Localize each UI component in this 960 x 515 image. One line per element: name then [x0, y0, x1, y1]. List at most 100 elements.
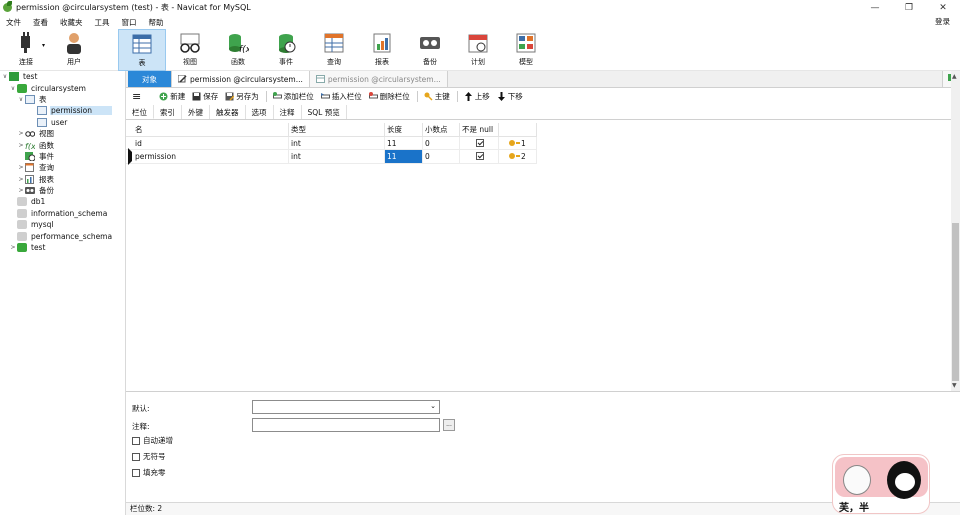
- toolbar-table-button[interactable]: 表: [118, 29, 166, 71]
- primary-key-button[interactable]: 主键: [424, 91, 450, 102]
- chevron-right-icon[interactable]: >: [17, 187, 25, 194]
- chevron-right-icon[interactable]: >: [17, 142, 25, 149]
- save-as-button[interactable]: 另存为: [225, 91, 259, 102]
- chevron-right-icon[interactable]: >: [17, 164, 25, 171]
- subtab-indexes[interactable]: 索引: [154, 105, 182, 119]
- auto-increment-checkbox[interactable]: [132, 436, 140, 445]
- column-header-length[interactable]: 长度: [385, 123, 423, 137]
- subtab-options[interactable]: 选项: [246, 105, 274, 119]
- tab-objects[interactable]: 对象: [128, 71, 172, 87]
- menu-favorites[interactable]: 收藏夹: [54, 17, 89, 28]
- menu-view[interactable]: 查看: [27, 17, 54, 28]
- field-name-cell[interactable]: id: [133, 136, 289, 150]
- chevron-down-icon[interactable]: ⌄: [430, 402, 436, 410]
- field-length-cell[interactable]: 11: [385, 150, 423, 164]
- column-header-name[interactable]: 名: [133, 123, 289, 137]
- toolbar-user-button[interactable]: 用户: [50, 29, 98, 71]
- toolbar-view-button[interactable]: 视图: [166, 29, 214, 71]
- not-null-checkbox[interactable]: [476, 138, 484, 147]
- save-button[interactable]: 保存: [192, 91, 218, 102]
- chevron-right-icon[interactable]: >: [9, 244, 17, 251]
- zerofill-checkbox[interactable]: [132, 468, 140, 477]
- login-link[interactable]: 登录: [929, 16, 956, 27]
- tree-item-circularsystem[interactable]: ∨ circularsystem: [0, 82, 126, 93]
- field-name-cell[interactable]: permission: [133, 150, 289, 164]
- subtab-triggers[interactable]: 触发器: [210, 105, 246, 119]
- not-null-checkbox[interactable]: [476, 152, 484, 160]
- not-null-cell[interactable]: [460, 150, 499, 164]
- tree-item-functions[interactable]: > f(x) 函数: [0, 139, 126, 151]
- comment-field[interactable]: [252, 418, 440, 432]
- menu-window[interactable]: 窗口: [116, 17, 143, 28]
- table-row[interactable]: id int 11 0 1: [126, 136, 951, 150]
- chevron-right-icon[interactable]: >: [17, 130, 25, 137]
- tree-item-db1[interactable]: db1: [0, 196, 126, 207]
- column-header-type[interactable]: 类型: [289, 123, 385, 137]
- tree-item-backups[interactable]: > 备份: [0, 185, 126, 196]
- close-button[interactable]: ✕: [926, 0, 960, 15]
- zerofill-option[interactable]: 填充零: [132, 467, 166, 478]
- vertical-scrollbar[interactable]: ▲ ▼: [951, 71, 960, 391]
- tree-item-queries[interactable]: > 查询: [0, 162, 126, 173]
- subtab-sql-preview[interactable]: SQL 预览: [302, 105, 347, 119]
- move-up-button[interactable]: 上移: [464, 91, 490, 102]
- menu-help[interactable]: 帮助: [143, 17, 170, 28]
- tree-item-reports[interactable]: > 报表: [0, 174, 126, 185]
- tree-item-permission[interactable]: permission: [0, 105, 126, 116]
- tab-permission-design[interactable]: permission @circularsystem...: [172, 71, 310, 87]
- table-row[interactable]: permission int 11 0 2: [126, 148, 951, 165]
- insert-field-button[interactable]: 插入栏位: [320, 91, 362, 102]
- chevron-down-icon[interactable]: ∨: [17, 96, 25, 103]
- toolbar-query-button[interactable]: 查询: [310, 29, 358, 71]
- subtab-comment[interactable]: 注释: [274, 105, 302, 119]
- chevron-down-icon[interactable]: ∨: [1, 73, 9, 80]
- field-decimals-cell[interactable]: 0: [423, 150, 460, 164]
- toolbar-event-button[interactable]: 事件: [262, 29, 310, 71]
- tree-item-events[interactable]: 事件: [0, 151, 126, 162]
- tree-item-test-db[interactable]: > test: [0, 242, 126, 253]
- tree-item-information-schema[interactable]: information_schema: [0, 208, 126, 219]
- scrollbar-thumb[interactable]: [952, 223, 959, 381]
- subtab-foreign-keys[interactable]: 外键: [182, 105, 210, 119]
- auto-increment-option[interactable]: 自动递增: [132, 435, 173, 446]
- chevron-down-icon[interactable]: ▾: [42, 42, 45, 49]
- menu-file[interactable]: 文件: [0, 17, 27, 28]
- move-down-button[interactable]: 下移: [497, 91, 523, 102]
- minimize-button[interactable]: —: [858, 0, 892, 15]
- bear-sticker-widget[interactable]: 芙，半: [832, 454, 930, 514]
- toolbar-schedule-button[interactable]: 计划: [454, 29, 502, 71]
- column-header-not-null[interactable]: 不是 null: [460, 123, 499, 137]
- toolbar-connection-button[interactable]: ▾ 连接: [2, 29, 50, 71]
- scroll-down-icon[interactable]: ▼: [952, 382, 957, 389]
- restore-button[interactable]: ❐: [892, 0, 926, 15]
- unsigned-option[interactable]: 无符号: [132, 451, 166, 462]
- toolbar-report-button[interactable]: 报表: [358, 29, 406, 71]
- not-null-cell[interactable]: [460, 136, 499, 150]
- toolbar-backup-button[interactable]: 备份: [406, 29, 454, 71]
- toolbar-function-button[interactable]: f(x) 函数: [214, 29, 262, 71]
- unsigned-checkbox[interactable]: [132, 452, 140, 461]
- field-length-cell[interactable]: 11: [385, 136, 423, 150]
- comment-more-button[interactable]: ...: [443, 419, 455, 431]
- chevron-down-icon[interactable]: ∨: [9, 85, 17, 92]
- chevron-right-icon[interactable]: >: [17, 176, 25, 183]
- tree-item-user[interactable]: user: [0, 117, 126, 128]
- toolbar-model-button[interactable]: 模型: [502, 29, 550, 71]
- tab-permission-data[interactable]: permission @circularsystem...: [309, 71, 448, 87]
- default-combobox[interactable]: ⌄: [252, 400, 440, 414]
- new-button[interactable]: 新建: [159, 91, 185, 102]
- subtab-fields[interactable]: 栏位: [126, 105, 154, 119]
- tree-item-test-connection[interactable]: ∨ test: [0, 71, 126, 82]
- field-decimals-cell[interactable]: 0: [423, 136, 460, 150]
- menu-tools[interactable]: 工具: [89, 17, 116, 28]
- column-header-decimals[interactable]: 小数点: [423, 123, 460, 137]
- tree-item-views[interactable]: > 视图: [0, 128, 126, 139]
- field-type-cell[interactable]: int: [289, 150, 385, 164]
- tree-item-performance-schema[interactable]: performance_schema: [0, 230, 126, 241]
- delete-field-button[interactable]: 删除栏位: [368, 91, 410, 102]
- tree-item-tables[interactable]: ∨ 表: [0, 94, 126, 105]
- scroll-up-icon[interactable]: ▲: [952, 73, 957, 80]
- add-field-button[interactable]: 添加栏位: [272, 91, 314, 102]
- hamburger-menu-icon[interactable]: ≡: [132, 90, 141, 103]
- tree-item-mysql[interactable]: mysql: [0, 219, 126, 230]
